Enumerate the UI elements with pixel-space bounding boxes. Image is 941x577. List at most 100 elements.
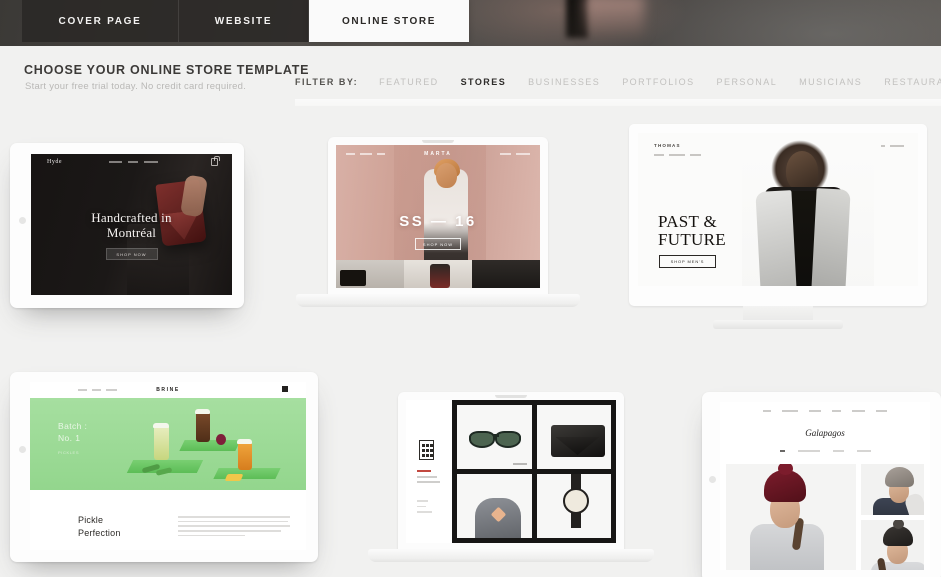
nav-link <box>360 153 372 155</box>
pf-photo-coat-right <box>811 188 851 286</box>
marta-thumb <box>472 260 540 288</box>
brine-site-nav: BRINE <box>30 382 306 398</box>
pg-category-nav <box>417 470 440 487</box>
hyde-headline: Handcrafted in Montréal <box>31 210 232 240</box>
filter-item-businesses[interactable]: BUSINESSES <box>528 77 600 87</box>
page-subtitle: Start your free trial today. No credit c… <box>25 81 247 92</box>
pf-hero-photo <box>742 139 874 286</box>
nav-link <box>109 161 122 163</box>
nav-link <box>782 410 798 412</box>
tab-website[interactable]: WEBSITE <box>179 0 309 42</box>
filter-item-stores[interactable]: STORES <box>461 77 507 87</box>
nav-link <box>654 154 664 156</box>
monitor-stand-base <box>713 320 843 329</box>
tablet-camera-icon <box>19 446 26 453</box>
nav-link <box>78 389 87 391</box>
product-tile-backpack <box>457 474 532 538</box>
watch-band-bottom <box>570 512 581 528</box>
cardholder-image <box>550 425 605 457</box>
laptop-lid <box>398 392 624 552</box>
brine-headline-line1: Pickle <box>78 515 104 525</box>
pg-logo-icon <box>419 440 434 460</box>
gp-thumb-beanie <box>882 525 913 546</box>
product-tile-cardholder <box>536 405 611 469</box>
filter-item-personal[interactable]: PERSONAL <box>717 77 778 87</box>
hyde-site-nav: Hyde <box>31 154 232 173</box>
brine-jar-lid <box>153 423 169 428</box>
brine-headline-line2: Perfection <box>78 528 121 538</box>
pg-nav-item <box>417 505 426 508</box>
filter-item-featured[interactable]: FEATURED <box>379 77 438 87</box>
template-card-product-grid[interactable] <box>368 392 654 577</box>
laptop-camera-icon <box>422 140 454 143</box>
template-card-marta[interactable]: MARTA SS — 16 SHOP NOW <box>296 137 580 327</box>
text-line <box>178 516 290 518</box>
filter-item-musicians[interactable]: MUSICIANS <box>799 77 862 87</box>
marta-nav-left <box>346 153 385 155</box>
gp-product-layout <box>726 464 924 570</box>
page-header: CHOOSE YOUR ONLINE STORE TEMPLATE Start … <box>0 46 941 102</box>
gp-thumb-beanie <box>884 467 914 487</box>
pf-photo-coat-left <box>755 190 797 286</box>
gp-subnav <box>720 450 930 452</box>
brine-chips <box>224 474 244 481</box>
nav-link <box>876 410 887 412</box>
template-card-brine[interactable]: BRINE Batch : No. 1 PICKLES Pickle Perfe… <box>10 372 318 562</box>
gp-thumb-bottom <box>860 519 924 570</box>
brine-logo: BRINE <box>156 387 180 393</box>
pf-cta-button: SHOP MEN'S <box>659 255 716 268</box>
pf-headline-line2: FUTURE <box>658 230 726 249</box>
brine-beet <box>216 434 226 445</box>
marta-cta-button: SHOP NOW <box>415 238 461 250</box>
tablet-frame: Hyde Handcrafted in Montréal SHOP NOW <box>10 143 244 308</box>
brine-jar <box>154 426 169 460</box>
template-preview-galapagos: Galapagos <box>720 402 930 570</box>
pf-nav-right <box>881 145 904 147</box>
tab-cover-page[interactable]: COVER PAGE <box>22 0 179 42</box>
filter-item-restaurants[interactable]: RESTAURANTS <box>884 77 941 87</box>
text-line <box>178 534 246 537</box>
gp-subnav-item <box>832 450 844 452</box>
nav-link <box>92 389 101 391</box>
search-icon <box>881 145 885 147</box>
brine-jar <box>196 412 210 442</box>
pf-photo-head <box>786 151 818 191</box>
marta-thumb-strip <box>336 260 540 288</box>
tab-online-store[interactable]: ONLINE STORE <box>309 0 469 42</box>
brine-body-text <box>178 516 290 539</box>
template-preview-hyde: Hyde Handcrafted in Montréal SHOP NOW <box>31 154 232 295</box>
template-card-hyde[interactable]: Hyde Handcrafted in Montréal SHOP NOW <box>10 143 244 308</box>
marta-nav-right <box>500 153 530 155</box>
product-tile-watch <box>536 474 611 538</box>
template-preview-product-grid <box>406 400 616 543</box>
filter-divider <box>295 99 941 106</box>
brine-platform <box>179 440 241 451</box>
marta-logo: MARTA <box>424 151 452 157</box>
template-card-past-future[interactable]: THOMAS PAST & FUTURE SHOP MEN'S <box>629 124 927 329</box>
gp-model-body <box>750 524 824 570</box>
brine-jar-lid <box>237 439 252 444</box>
gp-subnav-item <box>856 450 871 452</box>
template-card-galapagos[interactable]: Galapagos <box>702 392 941 577</box>
brine-overlay-line2: No. 1 <box>58 433 81 443</box>
top-tab-bar: COVER PAGE WEBSITE ONLINE STORE <box>22 0 469 42</box>
gp-subnav-item <box>797 450 820 452</box>
brine-overlay-text: Batch : No. 1 <box>58 420 87 444</box>
gp-logo: Galapagos <box>805 428 845 438</box>
nav-link <box>106 389 117 391</box>
pg-sidebar <box>406 400 452 543</box>
brine-overlay-sub: PICKLES <box>58 450 80 455</box>
laptop-lid: MARTA SS — 16 SHOP NOW <box>328 137 548 297</box>
sunglasses-lens-left <box>469 431 495 448</box>
nav-link <box>690 154 701 156</box>
template-grid: Hyde Handcrafted in Montréal SHOP NOW MA… <box>0 110 941 577</box>
gp-hero-product-image <box>726 464 856 570</box>
gp-thumb-pom <box>892 519 904 529</box>
pg-nav-item <box>417 481 440 483</box>
nav-link <box>144 161 158 163</box>
monitor-frame: THOMAS PAST & FUTURE SHOP MEN'S <box>629 124 927 306</box>
filter-item-portfolios[interactable]: PORTFOLIOS <box>622 77 694 87</box>
pg-secondary-nav <box>417 500 432 517</box>
sunglasses-bridge <box>493 434 499 437</box>
nav-link <box>852 410 865 412</box>
